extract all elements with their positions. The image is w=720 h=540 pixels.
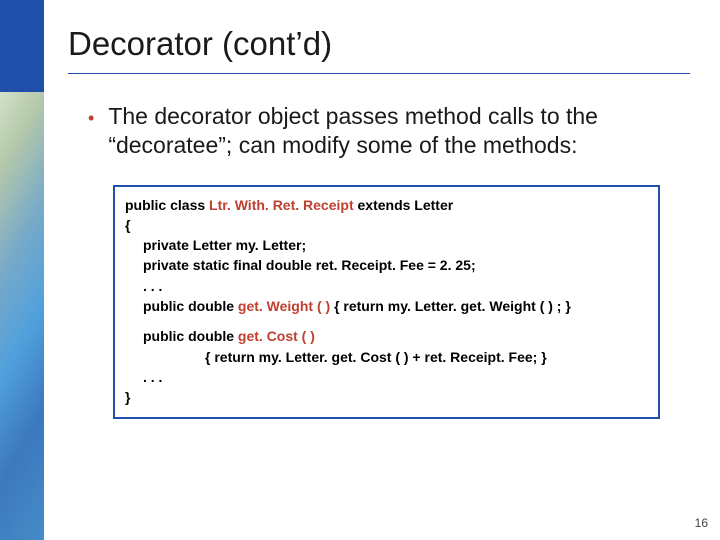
code-line: public double get. Cost ( ) [143,326,648,346]
code-line: private Letter my. Letter; [143,235,648,255]
code-line: { return my. Letter. get. Cost ( ) + ret… [205,347,648,367]
code-line: . . . [143,276,648,296]
bullet-item: • The decorator object passes method cal… [88,102,680,160]
title-underline [68,73,690,74]
bullet-dot-icon: • [88,104,94,132]
left-decorative-band [0,0,44,540]
code-example-box: public class Ltr. With. Ret. Receipt ext… [113,185,660,420]
code-text: public class [125,197,209,213]
code-class-name: Ltr. With. Ret. Receipt [209,197,354,213]
band-solid-blue [0,0,44,92]
code-line: . . . [143,367,648,387]
page-number: 16 [695,516,708,530]
code-method-name: get. Weight ( ) [238,298,330,314]
band-gradient-image [0,92,44,540]
code-line: private static final double ret. Receipt… [143,255,648,275]
code-line: } [125,387,648,407]
bullet-text: The decorator object passes method calls… [108,102,680,160]
code-line: public class Ltr. With. Ret. Receipt ext… [125,195,648,215]
slide-title: Decorator (cont’d) [68,25,690,63]
code-text: extends Letter [354,197,454,213]
code-line: public double get. Weight ( ) { return m… [143,296,648,316]
code-text: { return my. Letter. get. Weight ( ) ; } [330,298,571,314]
code-line: { [125,215,648,235]
code-text: public double [143,328,238,344]
code-method-name: get. Cost ( ) [238,328,315,344]
code-text: public double [143,298,238,314]
slide-content: Decorator (cont’d) • The decorator objec… [60,0,710,540]
